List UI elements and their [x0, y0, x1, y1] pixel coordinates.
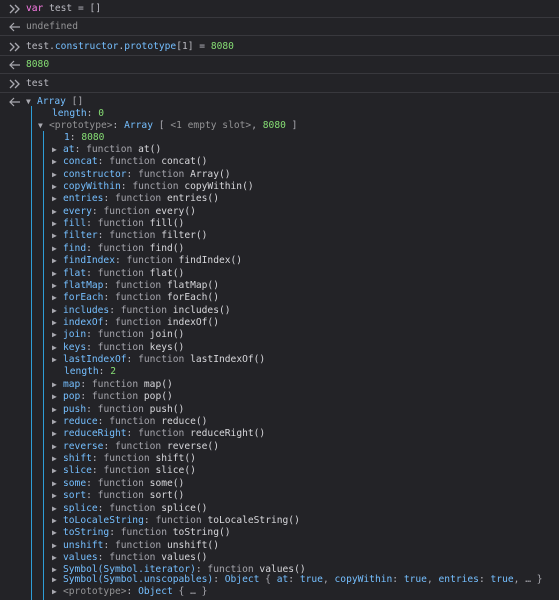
command-text: test.constructor.prototype[1] = 8080: [26, 41, 234, 52]
console-result-row: undefined: [0, 18, 559, 36]
result-arrow-icon: [8, 18, 22, 36]
console-input-row[interactable]: test: [0, 75, 559, 93]
input-chevron-icon: [8, 38, 22, 56]
input-chevron-icon: [8, 75, 22, 93]
result-value: 8080: [26, 59, 50, 70]
input-chevron-icon: [8, 0, 22, 18]
tree-row-inner-prototype[interactable]: ▶ <prototype>: Object { … }: [0, 583, 559, 600]
command-text: var test = []: [26, 3, 102, 14]
command-text: test: [26, 78, 50, 89]
console-input-row[interactable]: test.constructor.prototype[1] = 8080: [0, 38, 559, 56]
console-input-row[interactable]: var test = []: [0, 0, 559, 18]
result-value: undefined: [26, 21, 78, 32]
result-arrow-icon: [8, 56, 22, 74]
expand-arrow-right-icon[interactable]: ▶: [52, 583, 63, 600]
web-console-output: var test = [] undefined test.constructor…: [0, 0, 559, 600]
console-result-row: 8080: [0, 56, 559, 74]
